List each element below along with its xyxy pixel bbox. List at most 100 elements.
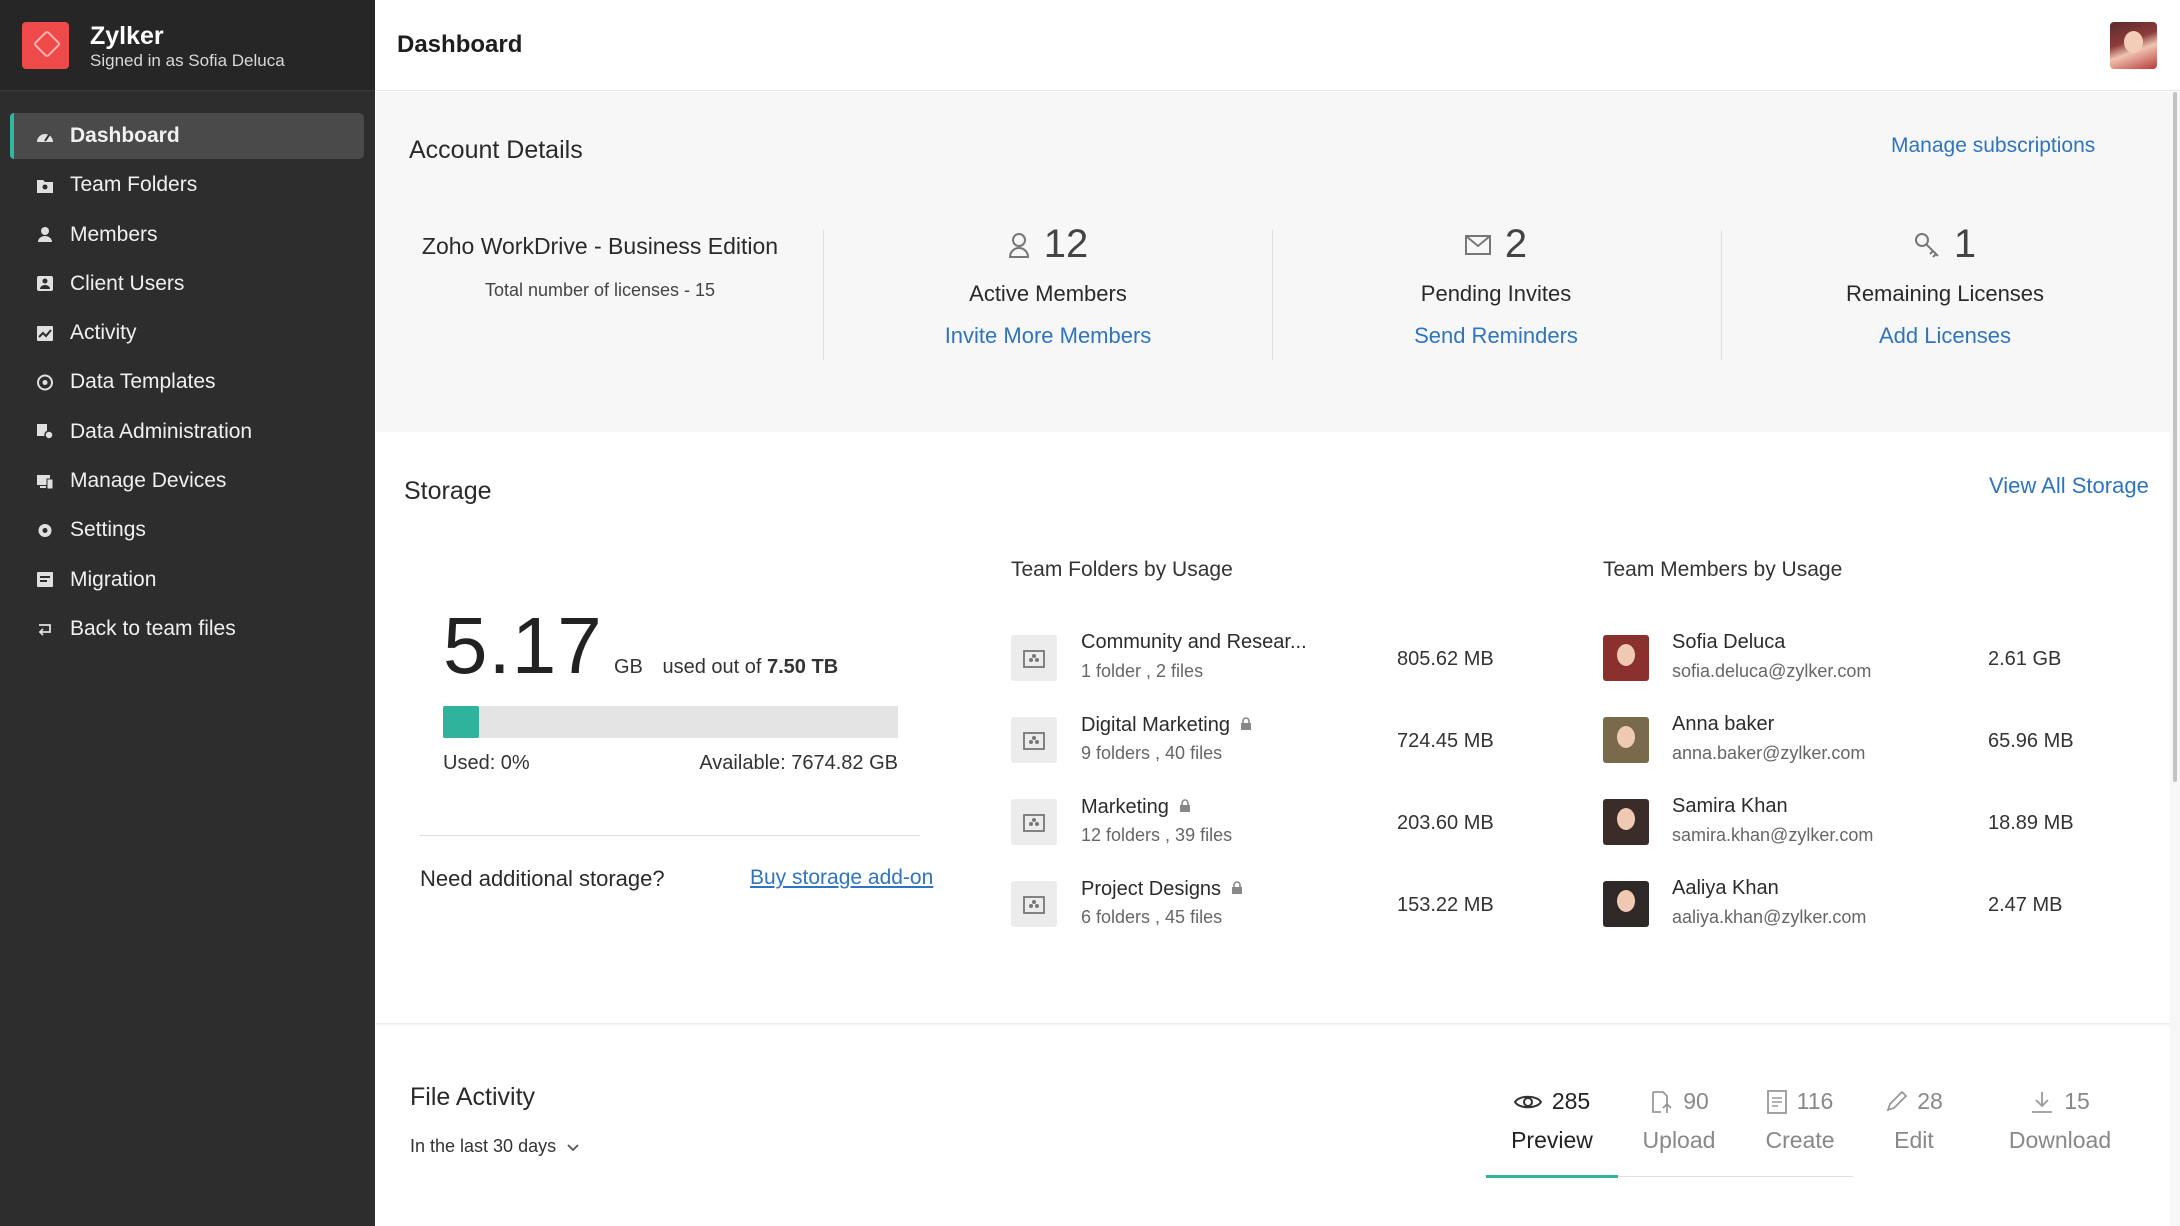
divider	[823, 230, 824, 360]
sidebar-item-label: Team Folders	[70, 173, 198, 197]
member-avatar	[1603, 717, 1649, 763]
sidebar-item-client-users[interactable]: Client Users	[10, 261, 364, 307]
sidebar-item-data-templates[interactable]: Data Templates	[10, 359, 364, 405]
sidebar-item-settings[interactable]: Settings	[10, 507, 364, 553]
edition-block: Zoho WorkDrive - Business Edition Total …	[410, 233, 790, 301]
team-folder-icon	[36, 177, 54, 194]
brand-name: Zylker	[90, 22, 164, 50]
activity-icon	[36, 325, 54, 342]
folder-details: 9 folders , 40 files	[1081, 743, 1223, 763]
storage-title: Storage	[404, 477, 492, 505]
tab-upload[interactable]: 90 Upload	[1620, 1088, 1738, 1154]
member-avatar	[1603, 799, 1649, 845]
folder-name-row[interactable]: Marketing	[1081, 795, 1191, 819]
folder-size: 203.60 MB	[1397, 812, 1494, 834]
signed-in-text: Signed in as Sofia Deluca	[90, 51, 285, 70]
member-usage: 65.96 MB	[1988, 730, 2074, 752]
account-details-title: Account Details	[409, 136, 583, 164]
divider	[1272, 230, 1273, 360]
activity-range-dropdown[interactable]: In the last 30 days	[410, 1136, 579, 1157]
avatar[interactable]	[2110, 22, 2157, 69]
sidebar-item-label: Back to team files	[70, 616, 236, 640]
main-scrollbar[interactable]	[2170, 92, 2180, 782]
member-avatar	[1603, 635, 1649, 681]
members-icon	[36, 226, 54, 243]
member-name[interactable]: Sofia Deluca	[1672, 631, 1785, 654]
folder-details: 12 folders , 39 files	[1081, 825, 1233, 845]
member-name[interactable]: Anna baker	[1672, 713, 1774, 736]
sidebar-item-members[interactable]: Members	[10, 212, 364, 258]
need-storage-text: Need additional storage?	[420, 866, 665, 891]
sidebar-item-label: Manage Devices	[70, 469, 227, 493]
team-folders-usage-title: Team Folders by Usage	[1011, 558, 1233, 581]
folder-icon	[1011, 717, 1057, 763]
storage-used-label: Used: 0%	[443, 752, 530, 774]
buy-storage-addon-link[interactable]: Buy storage add-on	[750, 866, 933, 890]
key-icon	[1914, 232, 1939, 258]
member-name[interactable]: Samira Khan	[1672, 795, 1788, 818]
invite-more-members-link[interactable]: Invite More Members	[900, 323, 1196, 349]
upload-label: Upload	[1642, 1127, 1716, 1153]
storage-used-value: 5.17	[443, 601, 603, 690]
upload-count: 90	[1683, 1088, 1709, 1114]
sidebar-item-label: Client Users	[70, 271, 185, 295]
active-members-count: 12	[1043, 222, 1089, 266]
scrollbar-thumb[interactable]	[2173, 92, 2177, 782]
sidebar-item-label: Migration	[70, 567, 157, 591]
storage-used-out-of: used out of	[662, 656, 762, 678]
remaining-licenses-count: 1	[1953, 222, 1977, 266]
storage-progress-fill	[443, 706, 479, 738]
client-users-icon	[36, 275, 54, 292]
download-icon	[2032, 1091, 2053, 1113]
sidebar-item-dashboard[interactable]: Dashboard	[10, 113, 364, 159]
sidebar-item-back-to-team-files[interactable]: Back to team files	[10, 606, 364, 652]
folder-details: 6 folders , 45 files	[1081, 907, 1223, 927]
manage-subscriptions-link[interactable]: Manage subscriptions	[1891, 134, 2095, 158]
folder-size: 153.22 MB	[1397, 894, 1494, 916]
upload-icon	[1652, 1090, 1672, 1113]
user-icon	[1008, 232, 1029, 258]
member-email: sofia.deluca@zylker.com	[1672, 661, 1872, 681]
edit-count: 28	[1917, 1088, 1943, 1114]
folder-details: 1 folder , 2 files	[1081, 661, 1204, 681]
sidebar-item-activity[interactable]: Activity	[10, 310, 364, 356]
sidebar: Zylker Signed in as Sofia Deluca Dashboa…	[0, 0, 375, 1226]
sidebar-item-label: Data Templates	[70, 370, 216, 394]
folder-name-row[interactable]: Digital Marketing	[1081, 713, 1252, 737]
member-email: samira.khan@zylker.com	[1672, 825, 1874, 845]
member-name[interactable]: Aaliya Khan	[1672, 877, 1779, 900]
create-label: Create	[1765, 1127, 1835, 1153]
remaining-licenses-block: 1 Remaining Licenses Add Licenses	[1797, 222, 2093, 349]
tab-create[interactable]: 116 Create	[1740, 1088, 1860, 1154]
sidebar-item-migration[interactable]: Migration	[10, 557, 364, 603]
file-activity-title: File Activity	[410, 1083, 536, 1111]
sidebar-item-label: Members	[70, 222, 158, 246]
tab-download[interactable]: 15 Download	[1996, 1088, 2124, 1154]
send-reminders-link[interactable]: Send Reminders	[1348, 323, 1644, 349]
member-usage: 2.61 GB	[1988, 648, 2062, 670]
sidebar-item-team-folders[interactable]: Team Folders	[10, 162, 364, 208]
preview-count: 285	[1551, 1088, 1591, 1114]
tab-edit[interactable]: 28 Edit	[1864, 1088, 1964, 1154]
active-members-label: Active Members	[969, 281, 1127, 306]
add-licenses-link[interactable]: Add Licenses	[1797, 323, 2093, 349]
edit-icon	[1886, 1090, 1908, 1111]
eye-icon	[1513, 1095, 1542, 1108]
download-label: Download	[2008, 1127, 2112, 1153]
view-all-storage-link[interactable]: View All Storage	[1989, 473, 2149, 499]
pending-invites-block: 2 Pending Invites Send Reminders	[1348, 222, 1644, 349]
tab-preview[interactable]: 285 Preview	[1486, 1088, 1618, 1154]
sidebar-item-label: Data Administration	[70, 419, 253, 443]
sidebar-item-manage-devices[interactable]: Manage Devices	[10, 458, 364, 504]
folder-name: Marketing	[1081, 796, 1169, 818]
pending-invites-count: 2	[1504, 222, 1528, 266]
remaining-licenses-label: Remaining Licenses	[1845, 281, 2045, 306]
brand-logo	[22, 22, 69, 69]
team-members-usage-title: Team Members by Usage	[1603, 558, 1843, 581]
sidebar-item-data-administration[interactable]: Data Administration	[10, 409, 364, 455]
folder-name-row[interactable]: Project Designs	[1081, 877, 1243, 901]
folder-name[interactable]: Community and Resear...	[1081, 631, 1307, 654]
sidebar-item-label: Activity	[70, 321, 137, 345]
folder-icon	[1011, 799, 1057, 845]
folder-name: Digital Marketing	[1081, 714, 1230, 736]
